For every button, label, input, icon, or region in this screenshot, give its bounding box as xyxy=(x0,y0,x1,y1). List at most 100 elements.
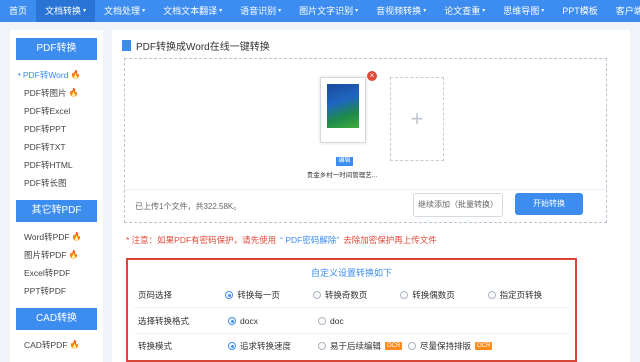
chevron-down-icon: ▾ xyxy=(83,8,87,14)
upload-area[interactable]: × 编辑 贵金乡村一时间管理艺... + 已上传1个文件，共322.58K。 继… xyxy=(124,58,607,223)
nav-label: 首页 xyxy=(9,6,28,16)
note-prefix: * 注意：如果PDF有密码保护，请先使用 xyxy=(126,235,277,245)
pdf-password-remove-link[interactable]: “ PDF密码解除” xyxy=(280,234,339,246)
conversion-settings-panel: 自定义设置转换如下 页码选择 转换每一页 转换奇数页 转换偶数页 指定页转换 选… xyxy=(126,258,577,362)
file-thumbnail[interactable] xyxy=(320,77,366,143)
nav-item-mind-map[interactable]: 思维导图 ▾ xyxy=(494,0,553,22)
sidebar-item-excel-to-pdf[interactable]: Excel转PDF xyxy=(10,264,103,282)
radio-unselected-icon xyxy=(400,291,409,299)
sidebar-item-label: PDF转HTML xyxy=(24,160,73,170)
start-convert-button[interactable]: 开始转换 xyxy=(515,193,583,215)
radio-unselected-icon xyxy=(318,342,326,350)
nav-label: 语音识别 xyxy=(240,6,277,16)
fire-icon: 🔥 xyxy=(68,250,79,259)
document-icon xyxy=(122,40,131,51)
sidebar-item-pdf-to-image[interactable]: PDF转图片 🔥 xyxy=(10,84,103,102)
radio-mode-easy-edit[interactable]: 易于后续编辑 OCR xyxy=(318,340,408,352)
chevron-down-icon: ▾ xyxy=(482,8,486,14)
sidebar-section-other-to-pdf: 其它转PDF xyxy=(16,200,97,222)
radio-format-doc[interactable]: doc xyxy=(318,316,408,326)
nav-label: 图片文字识别 xyxy=(299,6,354,16)
radio-convert-even-pages[interactable]: 转换偶数页 xyxy=(400,289,487,301)
radio-convert-specified-pages[interactable]: 指定页转换 xyxy=(487,289,575,301)
ocr-badge: OCR xyxy=(475,342,493,350)
chevron-down-icon: ▾ xyxy=(219,8,223,14)
radio-convert-every-page[interactable]: 转换每一页 xyxy=(225,289,312,301)
row-label: 页码选择 xyxy=(138,290,173,300)
divider xyxy=(125,189,606,190)
plus-icon: + xyxy=(410,106,424,131)
nav-label: PPT模板 xyxy=(562,6,598,16)
radio-selected-icon xyxy=(228,342,236,350)
file-name: 贵金乡村一时间管理艺... xyxy=(306,172,378,179)
row-label: 选择转换格式 xyxy=(138,316,190,326)
chevron-down-icon: ▾ xyxy=(423,8,427,14)
option-label: 易于后续编辑 xyxy=(330,341,382,351)
radio-mode-keep-layout[interactable]: 尽量保持排版 OCR xyxy=(408,340,498,352)
sidebar-item-pdf-to-excel[interactable]: PDF转Excel xyxy=(10,102,103,120)
nav-label: 思维导图 xyxy=(503,6,540,16)
nav-item-document-processing[interactable]: 文档处理 ▾ xyxy=(95,0,154,22)
fire-icon: 🔥 xyxy=(69,340,80,349)
upload-status-text: 已上传1个文件，共322.58K。 xyxy=(135,202,242,211)
nav-item-plagiarism-check[interactable]: 论文查重 ▾ xyxy=(435,0,494,22)
sidebar-item-label: PDF转长图 xyxy=(24,178,67,188)
bullet-icon: • xyxy=(18,70,21,79)
sidebar-item-label: PDF转TXT xyxy=(24,142,66,152)
chevron-down-icon: ▾ xyxy=(541,8,545,14)
nav-item-av-conversion[interactable]: 音视频转换 ▾ xyxy=(367,0,435,22)
radio-convert-odd-pages[interactable]: 转换奇数页 xyxy=(312,289,400,301)
nav-item-image-ocr[interactable]: 图片文字识别 ▾ xyxy=(290,0,367,22)
nav-item-speech-recognition[interactable]: 语音识别 ▾ xyxy=(231,0,290,22)
page-title-row: PDF转换成Word在线一键转换 xyxy=(122,38,270,53)
sidebar-item-pdf-to-word[interactable]: • PDF转Word 🔥 xyxy=(10,66,103,84)
sidebar-item-image-to-pdf[interactable]: 图片转PDF 🔥 xyxy=(10,246,103,264)
sidebar-item-label: PDF转PPT xyxy=(24,124,67,134)
sidebar-item-label: PPT转PDF xyxy=(24,286,67,296)
nav-item-home[interactable]: 首页 xyxy=(0,0,36,22)
option-label: 转换奇数页 xyxy=(324,290,368,300)
radio-unselected-icon xyxy=(408,342,416,350)
nav-label: 论文查重 xyxy=(444,6,481,16)
add-file-button[interactable]: + xyxy=(390,77,444,161)
conversion-mode-row: 转换模式 追求转换速度 易于后续编辑 OCR 尽量保持排版 OCR xyxy=(128,335,575,357)
radio-unselected-icon xyxy=(318,317,326,325)
fire-icon: 🔥 xyxy=(70,70,81,79)
sidebar-item-label: Excel转PDF xyxy=(24,268,71,278)
option-label: doc xyxy=(330,316,344,326)
sidebar-section-pdf-convert: PDF转换 xyxy=(16,38,97,60)
main-panel: PDF转换成Word在线一键转换 × 编辑 贵金乡村一时间管理艺... + 已上… xyxy=(112,30,630,362)
chevron-down-icon: ▾ xyxy=(142,8,146,14)
sidebar-item-ppt-to-pdf[interactable]: PPT转PDF xyxy=(10,282,103,300)
nav-label: 文档处理 xyxy=(104,6,141,16)
radio-mode-speed[interactable]: 追求转换速度 xyxy=(228,340,318,352)
sidebar-item-cad-to-pdf[interactable]: CAD转PDF 🔥 xyxy=(10,336,103,354)
sidebar-item-label: PDF转Excel xyxy=(24,106,71,116)
sidebar-item-pdf-to-html[interactable]: PDF转HTML xyxy=(10,156,103,174)
edit-file-button[interactable]: 编辑 xyxy=(336,157,353,166)
radio-format-docx[interactable]: docx xyxy=(228,316,318,326)
settings-header: 自定义设置转换如下 xyxy=(310,268,392,278)
radio-selected-icon xyxy=(225,291,234,299)
chevron-down-icon: ▾ xyxy=(355,8,359,14)
continue-add-batch-button[interactable]: 继续添加（批量转换） xyxy=(413,193,503,217)
ocr-badge: OCR xyxy=(385,342,403,350)
close-icon[interactable]: × xyxy=(367,71,377,81)
row-label: 转换模式 xyxy=(138,341,173,351)
sidebar-item-pdf-to-txt[interactable]: PDF转TXT xyxy=(10,138,103,156)
nav-item-document-conversion[interactable]: 文档转换 ▾ xyxy=(36,0,96,22)
sidebar-item-pdf-to-ppt[interactable]: PDF转PPT xyxy=(10,120,103,138)
format-selection-row: 选择转换格式 docx doc xyxy=(128,310,575,332)
password-note: * 注意：如果PDF有密码保护，请先使用 “ PDF密码解除” 去除加密保护再上… xyxy=(126,234,437,246)
sidebar-item-pdf-to-long-image[interactable]: PDF转长图 xyxy=(10,174,103,192)
document-cover-image xyxy=(327,84,359,128)
radio-unselected-icon xyxy=(312,291,321,299)
page-selection-row: 页码选择 转换每一页 转换奇数页 转换偶数页 指定页转换 xyxy=(128,284,575,306)
nav-item-client[interactable]: 客户端▾ xyxy=(607,0,640,22)
nav-label: 客户端 xyxy=(615,6,640,16)
nav-item-ppt-templates[interactable]: PPT模板 xyxy=(553,0,607,22)
fire-icon: 🔥 xyxy=(68,88,79,97)
sidebar-item-word-to-pdf[interactable]: Word转PDF 🔥 xyxy=(10,228,103,246)
nav-item-translation[interactable]: 文档文本翻译 ▾ xyxy=(154,0,231,22)
option-label: 转换偶数页 xyxy=(412,290,455,300)
